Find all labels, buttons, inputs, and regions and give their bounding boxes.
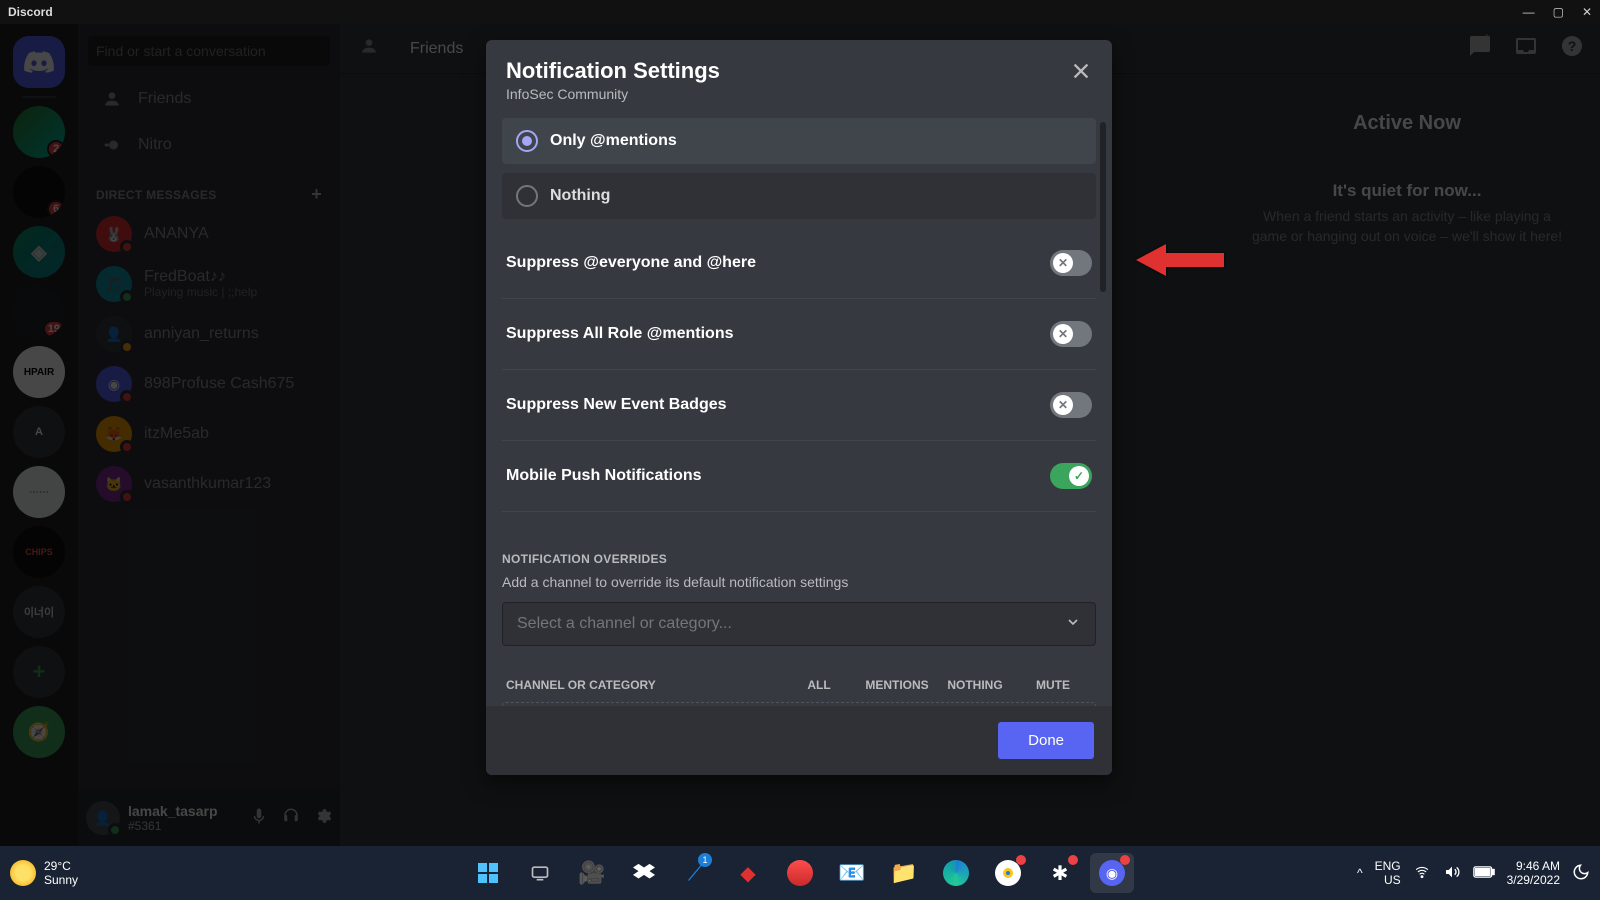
- language-indicator[interactable]: ENGUS: [1375, 859, 1401, 888]
- maximize-icon[interactable]: ▢: [1553, 5, 1564, 19]
- radio-only-mentions[interactable]: Only @mentions: [502, 118, 1096, 164]
- radio-nothing[interactable]: Nothing: [502, 173, 1096, 219]
- start-button[interactable]: [466, 853, 510, 893]
- done-button[interactable]: Done: [998, 722, 1094, 759]
- overrides-header: NOTIFICATION OVERRIDES: [502, 552, 1096, 566]
- chrome-icon[interactable]: [986, 853, 1030, 893]
- title-bar: Discord — ▢ ✕: [0, 0, 1600, 24]
- modal-subtitle: InfoSec Community: [506, 86, 1092, 102]
- mail-icon[interactable]: 📧: [830, 853, 874, 893]
- select-placeholder: Select a channel or category...: [517, 615, 732, 633]
- battery-icon[interactable]: [1473, 866, 1495, 881]
- modal-title: Notification Settings: [506, 58, 1092, 84]
- minimize-icon[interactable]: —: [1523, 5, 1535, 19]
- tray-chevron-icon[interactable]: ^: [1357, 866, 1363, 880]
- toggle-label-suppress-role: Suppress All Role @mentions: [506, 325, 734, 343]
- clock[interactable]: 9:46 AM3/29/2022: [1507, 859, 1560, 888]
- weather-icon: [10, 860, 36, 886]
- weather-widget[interactable]: 29°CSunny: [10, 859, 78, 887]
- toggle-label-suppress-events: Suppress New Event Badges: [506, 396, 727, 414]
- discord-taskbar-icon[interactable]: ◉: [1090, 853, 1134, 893]
- toggle-suppress-role[interactable]: ✕: [1050, 321, 1092, 347]
- toggle-mobile-push[interactable]: ✓: [1050, 463, 1092, 489]
- dropbox-icon[interactable]: [622, 853, 666, 893]
- scrollbar[interactable]: [1100, 122, 1106, 292]
- toggle-label-mobile-push: Mobile Push Notifications: [506, 467, 702, 485]
- chevron-down-icon: [1065, 614, 1081, 635]
- toggle-suppress-everyone[interactable]: ✕: [1050, 250, 1092, 276]
- explorer-icon[interactable]: 📁: [882, 853, 926, 893]
- app-icon[interactable]: 🎥: [570, 853, 614, 893]
- wifi-icon[interactable]: [1413, 865, 1431, 882]
- opera-icon[interactable]: [778, 853, 822, 893]
- steam-icon[interactable]: ⟋1: [674, 853, 718, 893]
- task-view-icon[interactable]: [518, 853, 562, 893]
- window-controls: — ▢ ✕: [1523, 5, 1592, 19]
- toggle-suppress-events[interactable]: ✕: [1050, 392, 1092, 418]
- radio-icon: [516, 130, 538, 152]
- window-title: Discord: [8, 5, 53, 19]
- notifications-icon[interactable]: [1572, 863, 1590, 884]
- app-icon[interactable]: ◆: [726, 853, 770, 893]
- toggle-label-suppress-everyone: Suppress @everyone and @here: [506, 254, 756, 272]
- modal-close-button[interactable]: [1070, 60, 1092, 87]
- channel-select[interactable]: Select a channel or category...: [502, 602, 1096, 646]
- close-icon[interactable]: ✕: [1582, 5, 1592, 19]
- notification-settings-modal: Notification Settings InfoSec Community …: [486, 40, 1112, 775]
- annotation-arrow: [1136, 238, 1226, 287]
- overrides-empty: Add a channel to override its default no…: [502, 702, 1096, 706]
- edge-icon[interactable]: [934, 853, 978, 893]
- volume-icon[interactable]: [1443, 864, 1461, 883]
- overrides-table-header: CHANNEL OR CATEGORY ALL MENTIONS NOTHING…: [502, 678, 1096, 692]
- radio-icon: [516, 185, 538, 207]
- overrides-subheader: Add a channel to override its default no…: [502, 574, 1096, 590]
- windows-taskbar: 29°CSunny 🎥 ⟋1 ◆ 📧 📁 ✱ ◉ ^ ENGUS 9:46 AM…: [0, 846, 1600, 900]
- slack-icon[interactable]: ✱: [1038, 853, 1082, 893]
